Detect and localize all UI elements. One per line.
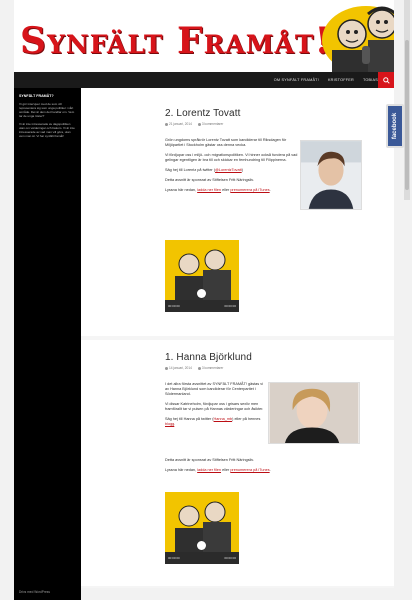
site-header: Synfält Framåt!: [14, 0, 394, 74]
download-link[interactable]: ladda ner filen: [197, 468, 221, 472]
twitter-line: Säg hej till Hanna på twitter (Hanna_mb)…: [165, 417, 261, 426]
comment-icon: [197, 366, 201, 370]
widget-text-2: Vi är inte intresserade av dagspolitiken…: [19, 122, 75, 138]
search-icon: [382, 76, 390, 84]
facebook-tab[interactable]: facebook: [386, 104, 404, 148]
search-button[interactable]: [378, 72, 394, 88]
post-title[interactable]: 1. Hanna Björklund: [165, 352, 305, 363]
time-elapsed: 00:00:00: [168, 556, 180, 560]
twitter-link[interactable]: Hanna_mb: [214, 417, 233, 421]
sponsor-line: Detta avsnitt är sponsrat av Stiftelsen …: [165, 458, 254, 462]
blog-link[interactable]: blogg: [165, 422, 174, 426]
post-comments[interactable]: 3 kommentarer: [197, 366, 223, 370]
main-navigation: Om Synfält Framåt! Kristoffer Tobias: [14, 72, 394, 88]
post-text: Grön ungdoms språkrör Lorentz Tovatt som…: [165, 138, 299, 198]
listen-line: Lyssna här nedan, ladda ner filen eller …: [165, 468, 271, 472]
itunes-link[interactable]: prenumerera på iTunes: [230, 188, 269, 192]
nav-item-om[interactable]: Om Synfält Framåt!: [274, 78, 319, 82]
nav-item-kristoffer[interactable]: Kristoffer: [328, 78, 354, 82]
post-text: I det allra första avsnittet av SYNFÄLT …: [165, 382, 265, 432]
scrollbar[interactable]: [404, 0, 410, 200]
time-total: 00:00:00: [224, 304, 236, 308]
listen-line: Lyssna här nedan, ladda ner filen eller …: [165, 188, 271, 192]
post-paragraph: Vi dissar Katrineholm, fördjupar oss i g…: [165, 402, 264, 411]
twitter-line: Säg hej till Lorentz på twitter (@Lorent…: [165, 168, 243, 172]
post-date[interactable]: 14 januari, 2014: [165, 366, 192, 370]
main-content: 2. Lorentz Tovatt 21 januari, 2014 3 kom…: [81, 88, 394, 588]
podcast-player: 00:00:00 00:00:00: [165, 240, 239, 312]
player-controls: 00:00:00 00:00:00: [165, 552, 239, 564]
post-lorentz-tovatt: 2. Lorentz Tovatt 21 januari, 2014 3 kom…: [81, 88, 394, 336]
play-button[interactable]: [197, 289, 206, 298]
nav-menu: Om Synfält Framåt! Kristoffer Tobias: [265, 72, 378, 88]
nav-item-tobias[interactable]: Tobias: [363, 78, 378, 82]
footer-credit[interactable]: Drivs med WordPress: [19, 590, 50, 594]
post-title[interactable]: 2. Lorentz Tovatt: [165, 108, 305, 119]
page: Synfält Framåt! Om Synfält Framåt! Krist…: [0, 0, 412, 600]
play-button[interactable]: [197, 541, 206, 550]
post-body: 1. Hanna Björklund 14 januari, 2014 3 ko…: [165, 352, 305, 370]
itunes-link[interactable]: prenumerera på iTunes: [230, 468, 269, 472]
sponsor-line: Detta avsnitt är sponsrat av Stiftelsen …: [165, 178, 254, 182]
facebook-label: facebook: [392, 112, 398, 140]
time-elapsed: 00:00:00: [168, 304, 180, 308]
clock-icon: [165, 122, 168, 126]
guest-photo: [268, 382, 360, 444]
guest-photo: [300, 140, 362, 210]
clock-icon: [165, 366, 168, 370]
player-controls: 00:00:00 00:00:00: [165, 300, 239, 312]
widget-text-1: Vi gör intervjuer med de som vill repres…: [19, 102, 75, 118]
post-paragraph: Grön ungdoms språkrör Lorentz Tovatt som…: [165, 138, 287, 147]
scrollbar-thumb[interactable]: [405, 40, 409, 190]
comment-icon: [197, 122, 201, 126]
sidebar: Synfält Framåt? Vi gör intervjuer med de…: [14, 88, 81, 600]
post-meta: 14 januari, 2014 3 kommentarer: [165, 366, 305, 370]
post-hanna-bjorklund: 1. Hanna Björklund 14 januari, 2014 3 ko…: [81, 340, 394, 586]
post-paragraph: Vi fördjupar oss i miljö- och migrations…: [165, 153, 298, 162]
widget-title: Synfält Framåt?: [19, 94, 54, 98]
podcast-player: 00:00:00 00:00:00: [165, 492, 239, 564]
post-body: 2. Lorentz Tovatt 21 januari, 2014 3 kom…: [165, 108, 305, 126]
post-text-lower: Detta avsnitt är sponsrat av Stiftelsen …: [165, 458, 305, 478]
post-date[interactable]: 21 januari, 2014: [165, 122, 192, 126]
twitter-link[interactable]: @LorentzTovatt: [215, 168, 242, 172]
post-meta: 21 januari, 2014 3 kommentarer: [165, 122, 305, 126]
post-comments[interactable]: 3 kommentarer: [197, 122, 223, 126]
site-title[interactable]: Synfält Framåt!: [20, 20, 331, 62]
post-paragraph: I det allra första avsnittet av SYNFÄLT …: [165, 382, 263, 396]
time-total: 00:00:00: [224, 556, 236, 560]
mascot-illustration: [322, 6, 394, 74]
download-link[interactable]: ladda ner filen: [197, 188, 221, 192]
